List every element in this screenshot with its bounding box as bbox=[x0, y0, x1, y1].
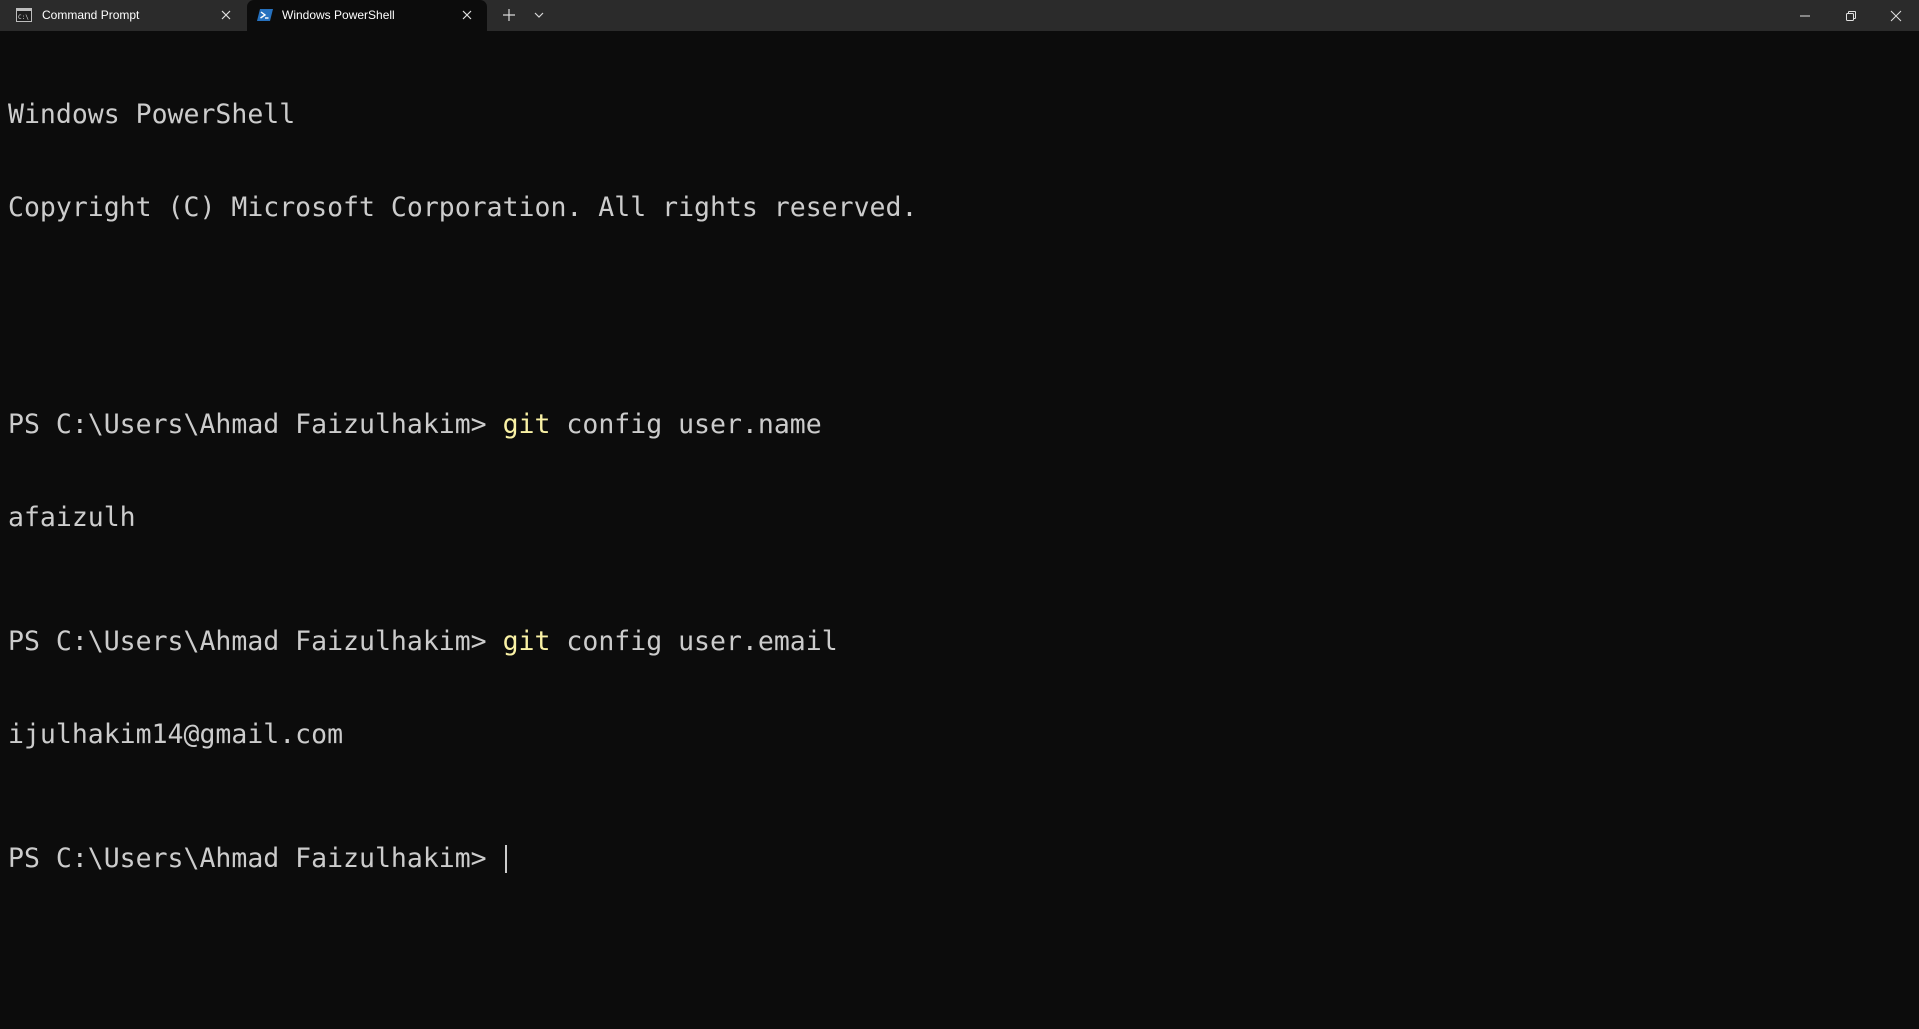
prompt-text: PS C:\Users\Ahmad Faizulhakim> bbox=[8, 409, 503, 440]
command-output: afaizulh bbox=[8, 502, 136, 533]
command-output: ijulhakim14@gmail.com bbox=[8, 719, 344, 750]
terminal-output[interactable]: Windows PowerShell Copyright (C) Microso… bbox=[8, 37, 1919, 1029]
close-icon[interactable] bbox=[460, 8, 474, 22]
command-keyword: git bbox=[502, 409, 551, 440]
plus-icon[interactable] bbox=[501, 7, 517, 23]
tab-command-prompt[interactable]: C:\ Command Prompt bbox=[0, 0, 245, 31]
svg-text:C:\: C:\ bbox=[18, 14, 29, 21]
prompt-text: PS C:\Users\Ahmad Faizulhakim> bbox=[8, 626, 503, 657]
powershell-icon bbox=[257, 9, 273, 21]
close-icon bbox=[1890, 10, 1902, 21]
restore-button[interactable] bbox=[1828, 0, 1874, 31]
chevron-down-icon[interactable] bbox=[532, 8, 546, 22]
title-bar[interactable]: C:\ Command Prompt Windows PowerShell bbox=[0, 0, 1919, 31]
tab-label: Command Prompt bbox=[42, 8, 140, 22]
window-close-button[interactable] bbox=[1873, 0, 1919, 31]
command-args: config user.name bbox=[550, 409, 822, 440]
command-line: PS C:\Users\Ahmad Faizulhakim> git confi… bbox=[8, 409, 1919, 440]
tab-label: Windows PowerShell bbox=[282, 8, 395, 22]
cmd-icon: C:\ bbox=[16, 8, 32, 22]
header-line: Windows PowerShell bbox=[8, 99, 296, 130]
minimize-icon bbox=[1800, 15, 1810, 16]
tab-windows-powershell[interactable]: Windows PowerShell bbox=[247, 0, 487, 31]
text-cursor bbox=[504, 845, 507, 873]
command-line: PS C:\Users\Ahmad Faizulhakim> git confi… bbox=[8, 626, 1919, 657]
command-args: config user.email bbox=[550, 626, 838, 657]
restore-icon bbox=[1846, 10, 1856, 21]
minimize-button[interactable] bbox=[1782, 0, 1828, 31]
terminal-window: C:\ Command Prompt Windows PowerShell Wi… bbox=[0, 0, 1919, 1029]
copyright-line: Copyright (C) Microsoft Corporation. All… bbox=[8, 192, 918, 223]
close-icon[interactable] bbox=[219, 8, 233, 22]
active-prompt-line[interactable]: PS C:\Users\Ahmad Faizulhakim> bbox=[8, 843, 1919, 874]
command-keyword: git bbox=[502, 626, 551, 657]
prompt-text: PS C:\Users\Ahmad Faizulhakim> bbox=[8, 843, 503, 874]
